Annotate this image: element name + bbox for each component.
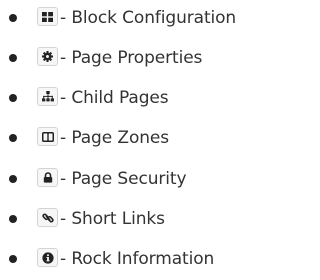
toolbar-icon-legend: - Block Configuration - Page Properties (0, 0, 317, 280)
legend-item-label: - Short Links (60, 209, 165, 229)
bullet (9, 255, 17, 263)
bullet (9, 94, 17, 102)
bullet (9, 14, 17, 22)
legend-item-label: - Page Zones (60, 128, 170, 148)
legend-item-label: - Page Properties (60, 48, 203, 68)
columns-icon (37, 127, 58, 146)
legend-item-label: - Child Pages (60, 88, 169, 108)
info-circle-icon (37, 248, 58, 267)
bullet (9, 215, 17, 223)
sitemap-icon (37, 87, 58, 106)
lock-icon (37, 168, 58, 187)
legend-item-label: - Page Security (60, 169, 187, 189)
link-icon (37, 208, 58, 227)
legend-item-label: - Block Configuration (60, 8, 237, 28)
legend-item-label: - Rock Information (60, 249, 215, 269)
cog-icon (37, 47, 58, 66)
bullet (9, 54, 17, 62)
bullet (9, 175, 17, 183)
th-large-icon (37, 7, 58, 26)
bullet (9, 134, 17, 142)
